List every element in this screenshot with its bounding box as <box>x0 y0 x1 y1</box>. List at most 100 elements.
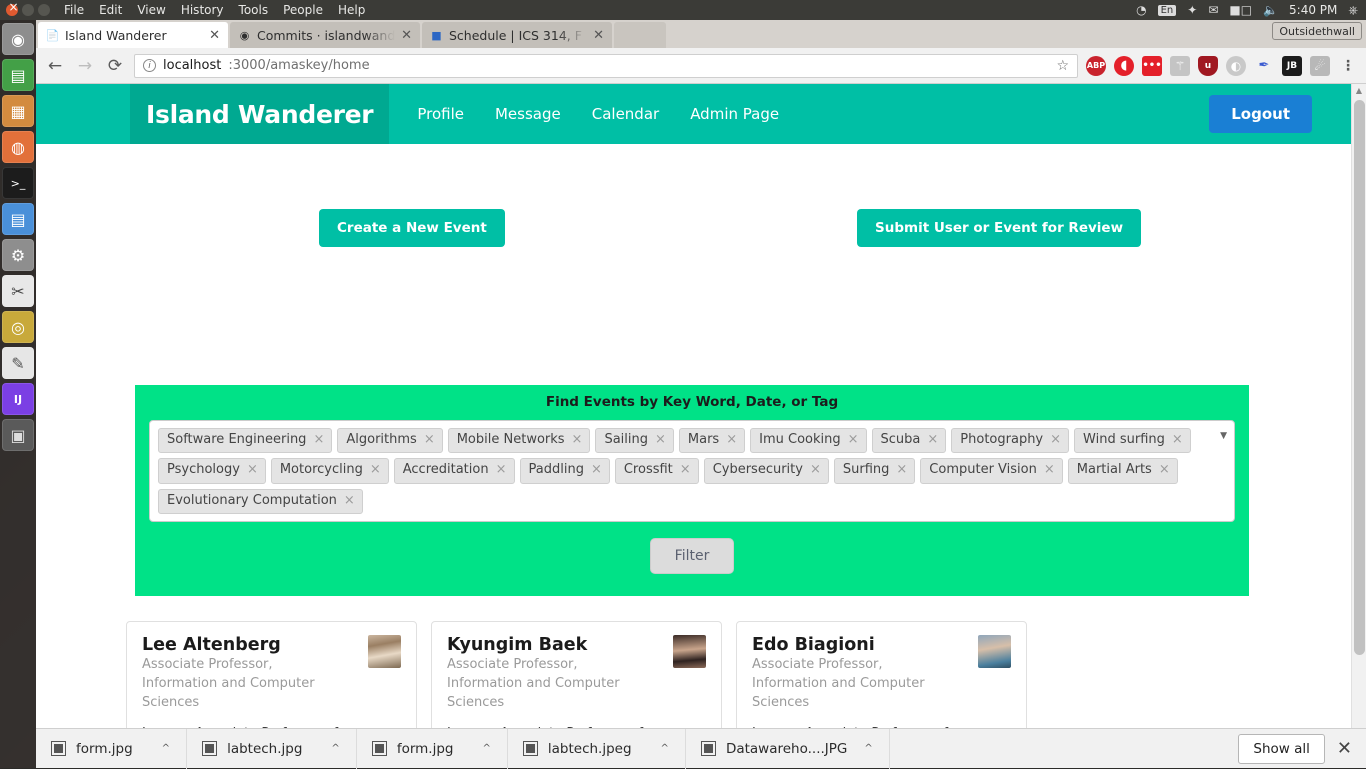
tab-close-icon[interactable]: ✕ <box>593 28 604 43</box>
page-scrollbar[interactable]: ▲ <box>1351 84 1366 768</box>
tab-close-icon[interactable]: ✕ <box>401 28 412 43</box>
menu-view[interactable]: View <box>137 3 165 17</box>
remove-tag-icon[interactable]: × <box>424 432 435 448</box>
close-icon[interactable]: ✕ <box>1325 738 1366 759</box>
filter-tag-chip[interactable]: Motorcycling× <box>271 458 389 483</box>
chrome-menu-icon[interactable]: ⋮ <box>1338 56 1358 76</box>
browser-tab-schedule[interactable]: ■ Schedule | ICS 314, F ✕ <box>422 22 612 48</box>
filter-tag-chip[interactable]: Scuba× <box>872 428 947 453</box>
window-controls[interactable] <box>0 4 50 16</box>
downloads-shelf[interactable]: form.jpg ^ labtech.jpg ^ form.jpg ^ labt… <box>36 728 1366 768</box>
volume-muted-icon[interactable]: 🔈 <box>1263 4 1278 16</box>
scrollbar-thumb[interactable] <box>1354 100 1365 655</box>
download-item[interactable]: form.jpg ^ <box>36 729 187 769</box>
chevron-down-icon[interactable]: ▼ <box>1220 431 1227 441</box>
remove-tag-icon[interactable]: × <box>247 462 258 478</box>
chevron-up-icon[interactable]: ^ <box>864 743 872 754</box>
comet-icon[interactable]: ☄ <box>1310 56 1330 76</box>
filter-tag-chip[interactable]: Computer Vision× <box>920 458 1062 483</box>
wifi-icon[interactable]: ◔ <box>1136 4 1146 16</box>
battery-icon[interactable]: ■□ <box>1229 4 1252 16</box>
color-palette-icon[interactable]: ◐ <box>1226 56 1246 76</box>
launcher-item-libreoffice-calc-icon[interactable]: ▤ <box>2 59 34 91</box>
filter-tag-chip[interactable]: Mobile Networks× <box>448 428 591 453</box>
filter-tag-chip[interactable]: Software Engineering× <box>158 428 332 453</box>
menu-help[interactable]: Help <box>338 3 365 17</box>
chevron-up-icon[interactable]: ^ <box>331 743 339 754</box>
remove-tag-icon[interactable]: × <box>848 432 859 448</box>
remove-tag-icon[interactable]: × <box>572 432 583 448</box>
filter-tag-chip[interactable]: Martial Arts× <box>1068 458 1178 483</box>
tag-multiselect-input[interactable]: Software Engineering×Algorithms×Mobile N… <box>149 420 1235 522</box>
launcher-item-chrome-icon[interactable]: ◎ <box>2 311 34 343</box>
tab-strip[interactable]: 📄 Island Wanderer ✕ ◉ Commits · islandwa… <box>36 20 1366 48</box>
launcher-item-notes-icon[interactable]: ✎ <box>2 347 34 379</box>
nav-item-admin-page[interactable]: Admin Page <box>690 105 779 123</box>
bluetooth-icon[interactable]: ✦ <box>1187 4 1197 16</box>
nav-item-profile[interactable]: Profile <box>417 105 464 123</box>
nav-links[interactable]: Profile Message Calendar Admin Page <box>417 105 779 123</box>
unity-launcher[interactable]: ◉ ▤ ▦ ◍ >_ ▤ ⚙ ✂ ◎ ✎ IJ ▣ <box>0 20 36 768</box>
launcher-item-system-settings-icon[interactable]: ⚙ <box>2 239 34 271</box>
filter-tag-chip[interactable]: Wind surfing× <box>1074 428 1191 453</box>
reload-icon[interactable]: ⟳ <box>104 55 126 77</box>
launcher-item-ubuntu-dash-icon[interactable]: ◉ <box>2 23 34 55</box>
show-all-downloads-button[interactable]: Show all <box>1238 734 1325 764</box>
clock[interactable]: 5:40 PM <box>1289 3 1337 17</box>
menu-people[interactable]: People <box>283 3 323 17</box>
create-new-event-button[interactable]: Create a New Event <box>319 209 505 247</box>
filter-tag-chip[interactable]: Imu Cooking× <box>750 428 866 453</box>
launcher-item-text-editor-icon[interactable]: ▤ <box>2 203 34 235</box>
filter-tag-chip[interactable]: Evolutionary Computation× <box>158 489 363 514</box>
bookmark-star-icon[interactable]: ☆ <box>1056 58 1069 74</box>
remove-tag-icon[interactable]: × <box>344 493 355 509</box>
chevron-up-icon[interactable]: ^ <box>661 743 669 754</box>
remove-tag-icon[interactable]: × <box>726 432 737 448</box>
logout-button[interactable]: Logout <box>1209 95 1312 133</box>
filter-tag-chip[interactable]: Surfing× <box>834 458 915 483</box>
scroll-up-icon[interactable]: ▲ <box>1352 84 1366 95</box>
nav-item-calendar[interactable]: Calendar <box>592 105 659 123</box>
menu-edit[interactable]: Edit <box>99 3 122 17</box>
remove-tag-icon[interactable]: × <box>680 462 691 478</box>
chevron-up-icon[interactable]: ^ <box>482 743 490 754</box>
forward-arrow-icon[interactable]: → <box>74 55 96 77</box>
submit-user-or-event-button[interactable]: Submit User or Event for Review <box>857 209 1141 247</box>
mail-icon[interactable]: ✉ <box>1208 4 1218 16</box>
window-minimize-icon[interactable] <box>22 4 34 16</box>
window-close-icon[interactable] <box>6 4 18 16</box>
filter-tag-chip[interactable]: Mars× <box>679 428 745 453</box>
launcher-item-files-icon[interactable]: ▣ <box>2 419 34 451</box>
keyboard-layout-indicator[interactable]: En <box>1158 5 1177 16</box>
menu-tools[interactable]: Tools <box>239 3 269 17</box>
profile-badge[interactable]: Outsidethwall <box>1272 22 1362 40</box>
remove-tag-icon[interactable]: × <box>896 462 907 478</box>
back-arrow-icon[interactable]: ← <box>44 55 66 77</box>
launcher-item-libreoffice-impress-icon[interactable]: ▦ <box>2 95 34 127</box>
menu-history[interactable]: History <box>181 3 224 17</box>
launcher-item-archive-manager-icon[interactable]: ✂ <box>2 275 34 307</box>
jetbrains-toolbox-icon[interactable]: JB <box>1282 56 1302 76</box>
browser-toolbar[interactable]: ← → ⟳ i localhost:3000/amaskey/home ☆ AB… <box>36 48 1366 84</box>
menu-file[interactable]: File <box>64 3 84 17</box>
remove-tag-icon[interactable]: × <box>496 462 507 478</box>
remove-tag-icon[interactable]: × <box>1044 462 1055 478</box>
remove-tag-icon[interactable]: × <box>1172 432 1183 448</box>
chevron-up-icon[interactable]: ^ <box>162 743 170 754</box>
download-item[interactable]: form.jpg ^ <box>357 729 508 769</box>
download-item[interactable]: labtech.jpg ^ <box>187 729 357 769</box>
remove-tag-icon[interactable]: × <box>1159 462 1170 478</box>
launcher-item-firefox-icon[interactable]: ◍ <box>2 131 34 163</box>
filter-tag-chip[interactable]: Paddling× <box>520 458 610 483</box>
filter-tag-chip[interactable]: Cybersecurity× <box>704 458 829 483</box>
filter-tag-chip[interactable]: Crossfit× <box>615 458 699 483</box>
remove-tag-icon[interactable]: × <box>591 462 602 478</box>
remove-tag-icon[interactable]: × <box>927 432 938 448</box>
remove-tag-icon[interactable]: × <box>1050 432 1061 448</box>
remove-tag-icon[interactable]: × <box>313 432 324 448</box>
download-item[interactable]: labtech.jpeg ^ <box>508 729 686 769</box>
filter-button[interactable]: Filter <box>650 538 735 574</box>
window-maximize-icon[interactable] <box>38 4 50 16</box>
browser-tab-island-wanderer[interactable]: 📄 Island Wanderer ✕ <box>38 22 228 48</box>
red-dots-icon[interactable]: ••• <box>1142 56 1162 76</box>
